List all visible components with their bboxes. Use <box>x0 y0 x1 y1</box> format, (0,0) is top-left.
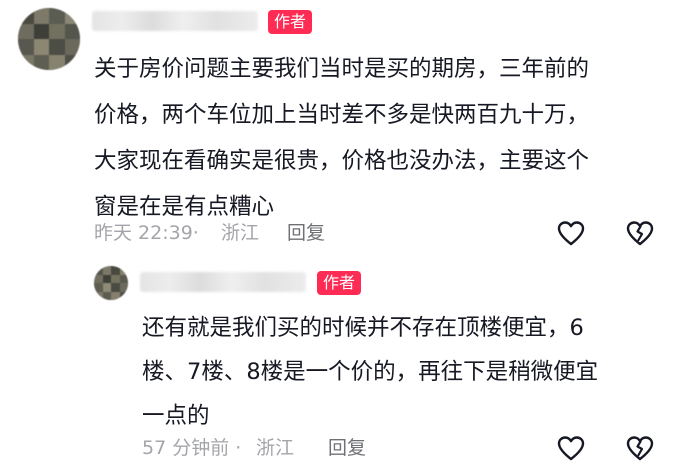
comment-line: 关于房价问题主要我们当时是买的期房，三年前的 <box>94 56 590 82</box>
heart-outline-icon[interactable] <box>556 219 586 247</box>
comment-line: 楼、7楼、8楼是一个价的，再往下是稍微便宜 <box>142 359 599 385</box>
username-blurred[interactable] <box>92 11 258 31</box>
author-badge: 作者 <box>268 10 313 34</box>
comment-line: 一点的 <box>142 403 210 429</box>
comment-location: 浙江 <box>256 437 295 459</box>
comment-line: 还有就是我们买的时候并不存在顶楼便宜，6 <box>142 315 584 341</box>
comment-line: 大家现在看确实是很贵，价格也没办法，主要这个 <box>94 148 590 174</box>
username-blurred[interactable] <box>140 272 306 292</box>
reply-button[interactable]: 回复 <box>287 221 325 245</box>
avatar[interactable] <box>94 266 128 300</box>
broken-heart-icon[interactable] <box>625 434 655 462</box>
comment-text: 关于房价问题主要我们当时是买的期房，三年前的 价格，两个车位加上当时差不多是快两… <box>94 46 589 230</box>
comment-line: 价格，两个车位加上当时差不多是快两百九十万， <box>94 102 590 128</box>
author-badge: 作者 <box>317 271 362 295</box>
comment-text: 还有就是我们买的时候并不存在顶楼便宜，6 楼、7楼、8楼是一个价的，再往下是稍微… <box>142 306 598 438</box>
avatar[interactable] <box>18 8 80 70</box>
broken-heart-icon[interactable] <box>625 219 655 247</box>
reply-button[interactable]: 回复 <box>328 436 366 460</box>
comment-time: 昨天 22:39· <box>94 222 199 244</box>
comment-location: 浙江 <box>221 222 260 244</box>
heart-outline-icon[interactable] <box>556 434 586 462</box>
comment-time: 57 分钟前 · <box>142 437 242 459</box>
